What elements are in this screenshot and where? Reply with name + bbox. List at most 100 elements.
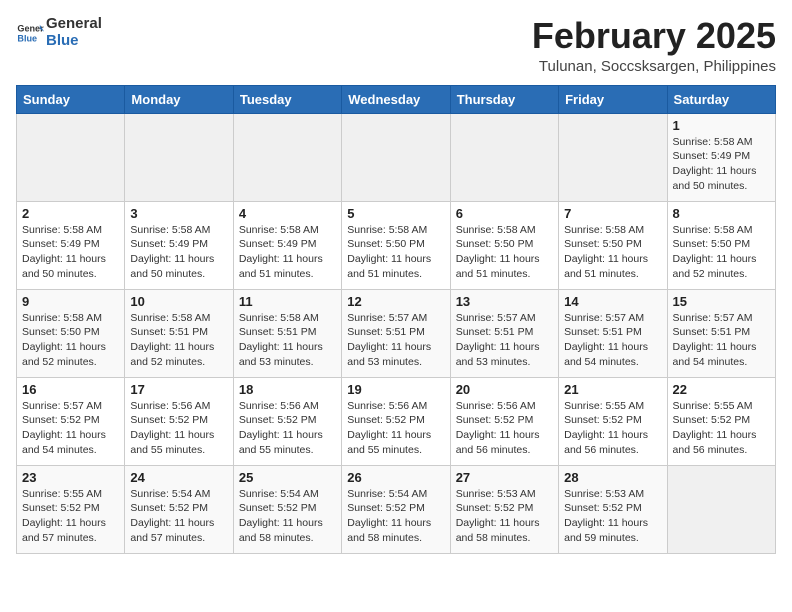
calendar-cell: 22Sunrise: 5:55 AM Sunset: 5:52 PM Dayli…: [667, 377, 775, 465]
day-number: 4: [239, 206, 336, 221]
calendar-week-4: 16 Sunrise: 5:57 AM Sunset: 5:52 PM Dayli…: [17, 377, 776, 465]
day-detail: Sunrise: 5:57 AM Sunset: 5:51 PM Dayligh…: [456, 311, 553, 370]
calendar-cell: [125, 113, 233, 201]
day-number: 15: [673, 294, 770, 309]
calendar-cell: 19 Sunrise: 5:56 AM Sunset: 5:52 PM Dayli…: [342, 377, 450, 465]
logo-line2: Blue: [46, 33, 102, 50]
day-number: 14: [564, 294, 661, 309]
day-detail: Sunrise: 5:53 AM Sunset: 5:52 PM Dayligh…: [564, 487, 661, 546]
month-year-title: February 2025: [532, 16, 776, 56]
day-number: 1: [673, 118, 770, 133]
svg-text:Blue: Blue: [17, 33, 37, 43]
calendar-cell: 17 Sunrise: 5:56 AM Sunset: 5:52 PM Dayli…: [125, 377, 233, 465]
day-number: 8: [673, 206, 770, 221]
weekday-header-sunday: Sunday: [17, 85, 125, 113]
calendar-week-3: 9 Sunrise: 5:58 AM Sunset: 5:50 PM Daylig…: [17, 289, 776, 377]
weekday-header-thursday: Thursday: [450, 85, 558, 113]
weekday-header-saturday: Saturday: [667, 85, 775, 113]
calendar-cell: 12 Sunrise: 5:57 AM Sunset: 5:51 PM Dayli…: [342, 289, 450, 377]
calendar-cell: 1 Sunrise: 5:58 AM Sunset: 5:49 PM Daylig…: [667, 113, 775, 201]
day-detail: Sunrise: 5:55 AM Sunset: 5:52 PM Dayligh…: [564, 399, 661, 458]
day-number: 19: [347, 382, 444, 397]
day-detail: Sunrise: 5:56 AM Sunset: 5:52 PM Dayligh…: [456, 399, 553, 458]
day-number: 16: [22, 382, 119, 397]
day-detail: Sunrise: 5:57 AM Sunset: 5:51 PM Dayligh…: [347, 311, 444, 370]
calendar-cell: 14 Sunrise: 5:57 AM Sunset: 5:51 PM Dayli…: [559, 289, 667, 377]
logo-line1: General: [46, 16, 102, 33]
day-detail: Sunrise: 5:58 AM Sunset: 5:49 PM Dayligh…: [22, 223, 119, 282]
day-detail: Sunrise: 5:56 AM Sunset: 5:52 PM Dayligh…: [130, 399, 227, 458]
day-detail: Sunrise: 5:54 AM Sunset: 5:52 PM Dayligh…: [239, 487, 336, 546]
calendar-cell: 2 Sunrise: 5:58 AM Sunset: 5:49 PM Daylig…: [17, 201, 125, 289]
day-number: 26: [347, 470, 444, 485]
day-number: 20: [456, 382, 553, 397]
calendar-cell: 6Sunrise: 5:58 AM Sunset: 5:50 PM Daylig…: [450, 201, 558, 289]
calendar-cell: 7 Sunrise: 5:58 AM Sunset: 5:50 PM Daylig…: [559, 201, 667, 289]
day-number: 13: [456, 294, 553, 309]
calendar-cell: 24 Sunrise: 5:54 AM Sunset: 5:52 PM Dayli…: [125, 465, 233, 553]
calendar-cell: 26 Sunrise: 5:54 AM Sunset: 5:52 PM Dayli…: [342, 465, 450, 553]
weekday-header-row: SundayMondayTuesdayWednesdayThursdayFrid…: [17, 85, 776, 113]
day-number: 24: [130, 470, 227, 485]
day-detail: Sunrise: 5:57 AM Sunset: 5:51 PM Dayligh…: [673, 311, 770, 370]
day-detail: Sunrise: 5:56 AM Sunset: 5:52 PM Dayligh…: [239, 399, 336, 458]
day-number: 2: [22, 206, 119, 221]
calendar-cell: 18 Sunrise: 5:56 AM Sunset: 5:52 PM Dayli…: [233, 377, 341, 465]
calendar-cell: [17, 113, 125, 201]
day-number: 21: [564, 382, 661, 397]
calendar-cell: 13 Sunrise: 5:57 AM Sunset: 5:51 PM Dayli…: [450, 289, 558, 377]
day-detail: Sunrise: 5:58 AM Sunset: 5:50 PM Dayligh…: [347, 223, 444, 282]
day-detail: Sunrise: 5:58 AM Sunset: 5:51 PM Dayligh…: [130, 311, 227, 370]
day-number: 22: [673, 382, 770, 397]
calendar-cell: 21 Sunrise: 5:55 AM Sunset: 5:52 PM Dayli…: [559, 377, 667, 465]
calendar-cell: 5 Sunrise: 5:58 AM Sunset: 5:50 PM Daylig…: [342, 201, 450, 289]
day-number: 18: [239, 382, 336, 397]
day-detail: Sunrise: 5:54 AM Sunset: 5:52 PM Dayligh…: [347, 487, 444, 546]
day-number: 5: [347, 206, 444, 221]
calendar-cell: [233, 113, 341, 201]
day-detail: Sunrise: 5:58 AM Sunset: 5:51 PM Dayligh…: [239, 311, 336, 370]
day-detail: Sunrise: 5:57 AM Sunset: 5:51 PM Dayligh…: [564, 311, 661, 370]
weekday-header-wednesday: Wednesday: [342, 85, 450, 113]
calendar-cell: 15 Sunrise: 5:57 AM Sunset: 5:51 PM Dayli…: [667, 289, 775, 377]
day-number: 7: [564, 206, 661, 221]
calendar-table: SundayMondayTuesdayWednesdayThursdayFrid…: [16, 85, 776, 554]
day-detail: Sunrise: 5:58 AM Sunset: 5:50 PM Dayligh…: [22, 311, 119, 370]
day-number: 9: [22, 294, 119, 309]
day-detail: Sunrise: 5:55 AM Sunset: 5:52 PM Dayligh…: [22, 487, 119, 546]
calendar-cell: 28Sunrise: 5:53 AM Sunset: 5:52 PM Dayli…: [559, 465, 667, 553]
calendar-cell: 23Sunrise: 5:55 AM Sunset: 5:52 PM Dayli…: [17, 465, 125, 553]
day-detail: Sunrise: 5:56 AM Sunset: 5:52 PM Dayligh…: [347, 399, 444, 458]
calendar-cell: 25 Sunrise: 5:54 AM Sunset: 5:52 PM Dayli…: [233, 465, 341, 553]
day-detail: Sunrise: 5:58 AM Sunset: 5:49 PM Dayligh…: [673, 135, 770, 194]
calendar-cell: 11 Sunrise: 5:58 AM Sunset: 5:51 PM Dayli…: [233, 289, 341, 377]
calendar-cell: [342, 113, 450, 201]
weekday-header-monday: Monday: [125, 85, 233, 113]
day-number: 12: [347, 294, 444, 309]
calendar-cell: 16 Sunrise: 5:57 AM Sunset: 5:52 PM Dayli…: [17, 377, 125, 465]
day-detail: Sunrise: 5:57 AM Sunset: 5:52 PM Dayligh…: [22, 399, 119, 458]
weekday-header-tuesday: Tuesday: [233, 85, 341, 113]
day-detail: Sunrise: 5:58 AM Sunset: 5:49 PM Dayligh…: [130, 223, 227, 282]
day-number: 17: [130, 382, 227, 397]
page-header: General Blue General Blue February 2025 …: [16, 16, 776, 75]
calendar-cell: 9 Sunrise: 5:58 AM Sunset: 5:50 PM Daylig…: [17, 289, 125, 377]
calendar-week-5: 23Sunrise: 5:55 AM Sunset: 5:52 PM Dayli…: [17, 465, 776, 553]
day-detail: Sunrise: 5:58 AM Sunset: 5:50 PM Dayligh…: [564, 223, 661, 282]
calendar-cell: 20 Sunrise: 5:56 AM Sunset: 5:52 PM Dayli…: [450, 377, 558, 465]
day-number: 27: [456, 470, 553, 485]
day-number: 25: [239, 470, 336, 485]
day-number: 11: [239, 294, 336, 309]
calendar-cell: 8 Sunrise: 5:58 AM Sunset: 5:50 PM Daylig…: [667, 201, 775, 289]
title-block: February 2025 Tulunan, Soccsksargen, Phi…: [532, 16, 776, 75]
day-number: 6: [456, 206, 553, 221]
calendar-cell: 27Sunrise: 5:53 AM Sunset: 5:52 PM Dayli…: [450, 465, 558, 553]
day-detail: Sunrise: 5:54 AM Sunset: 5:52 PM Dayligh…: [130, 487, 227, 546]
day-number: 3: [130, 206, 227, 221]
day-detail: Sunrise: 5:58 AM Sunset: 5:50 PM Dayligh…: [673, 223, 770, 282]
calendar-cell: 4Sunrise: 5:58 AM Sunset: 5:49 PM Daylig…: [233, 201, 341, 289]
day-number: 10: [130, 294, 227, 309]
logo: General Blue General Blue: [16, 16, 102, 49]
calendar-cell: 10 Sunrise: 5:58 AM Sunset: 5:51 PM Dayli…: [125, 289, 233, 377]
logo-icon: General Blue: [16, 19, 44, 47]
